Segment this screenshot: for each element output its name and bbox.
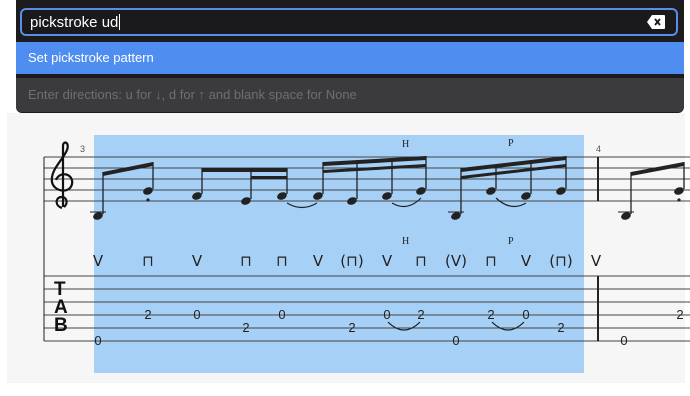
tab-fret-number: 0 [620, 333, 627, 348]
measure-number-4: 4 [596, 144, 601, 154]
pull-off-mark: P [508, 138, 514, 149]
pickstroke-ghost-upstroke: (V) [445, 252, 467, 270]
tab-fret-number: 0 [94, 333, 101, 348]
tab-fret-number: 0 [452, 333, 459, 348]
command-search-box[interactable]: pickstroke ud [20, 8, 678, 36]
pickstroke-upstroke: V [521, 252, 532, 270]
pull-off-mark-strokes: P [508, 236, 514, 247]
pickstroke-ghost-downstroke: (⊓) [549, 252, 572, 270]
tab-fret-number: 0 [193, 307, 200, 322]
pickstroke-downstroke: ⊓ [142, 252, 154, 270]
pickstroke-upstroke: V [192, 252, 203, 270]
tab-fret-number: 2 [348, 320, 355, 335]
pickstroke-downstroke: ⊓ [276, 252, 288, 270]
tab-label-b: B [54, 315, 68, 336]
tab-fret-number: 2 [144, 307, 151, 322]
measure-number-3: 3 [80, 144, 85, 154]
tab-fret-number: 2 [676, 307, 683, 322]
tab-fret-number: 2 [487, 307, 494, 322]
tab-fret-number: 2 [417, 307, 424, 322]
pickstroke-downstroke: ⊓ [240, 252, 252, 270]
pickstroke-ghost-downstroke: (⊓) [340, 252, 363, 270]
pickstroke-upstroke: V [591, 252, 602, 270]
pickstroke-upstroke: V [313, 252, 324, 270]
text-caret [119, 14, 121, 30]
tab-fret-number: 2 [242, 320, 249, 335]
tab-fret-number: 0 [522, 307, 529, 322]
command-search-input[interactable]: pickstroke ud [30, 14, 121, 31]
command-palette: pickstroke ud Set pickstroke pattern Ent… [16, 0, 684, 113]
hammer-on-mark-strokes: H [402, 236, 409, 247]
pickstroke-upstroke: V [93, 252, 104, 270]
suggestion-set-pickstroke-pattern[interactable]: Set pickstroke pattern [16, 42, 684, 74]
tab-fret-number: 0 [278, 307, 285, 322]
command-hint: Enter directions: u for ↓, d for ↑ and b… [16, 78, 684, 112]
treble-clef-icon [50, 141, 74, 210]
pickstroke-downstroke: ⊓ [415, 252, 427, 270]
pickstroke-downstroke: ⊓ [485, 252, 497, 270]
clear-search-icon[interactable] [646, 14, 666, 30]
pickstroke-upstroke: V [382, 252, 393, 270]
tab-fret-number: 0 [383, 307, 390, 322]
tab-fret-number: 2 [557, 320, 564, 335]
hammer-on-mark: H [402, 139, 409, 150]
